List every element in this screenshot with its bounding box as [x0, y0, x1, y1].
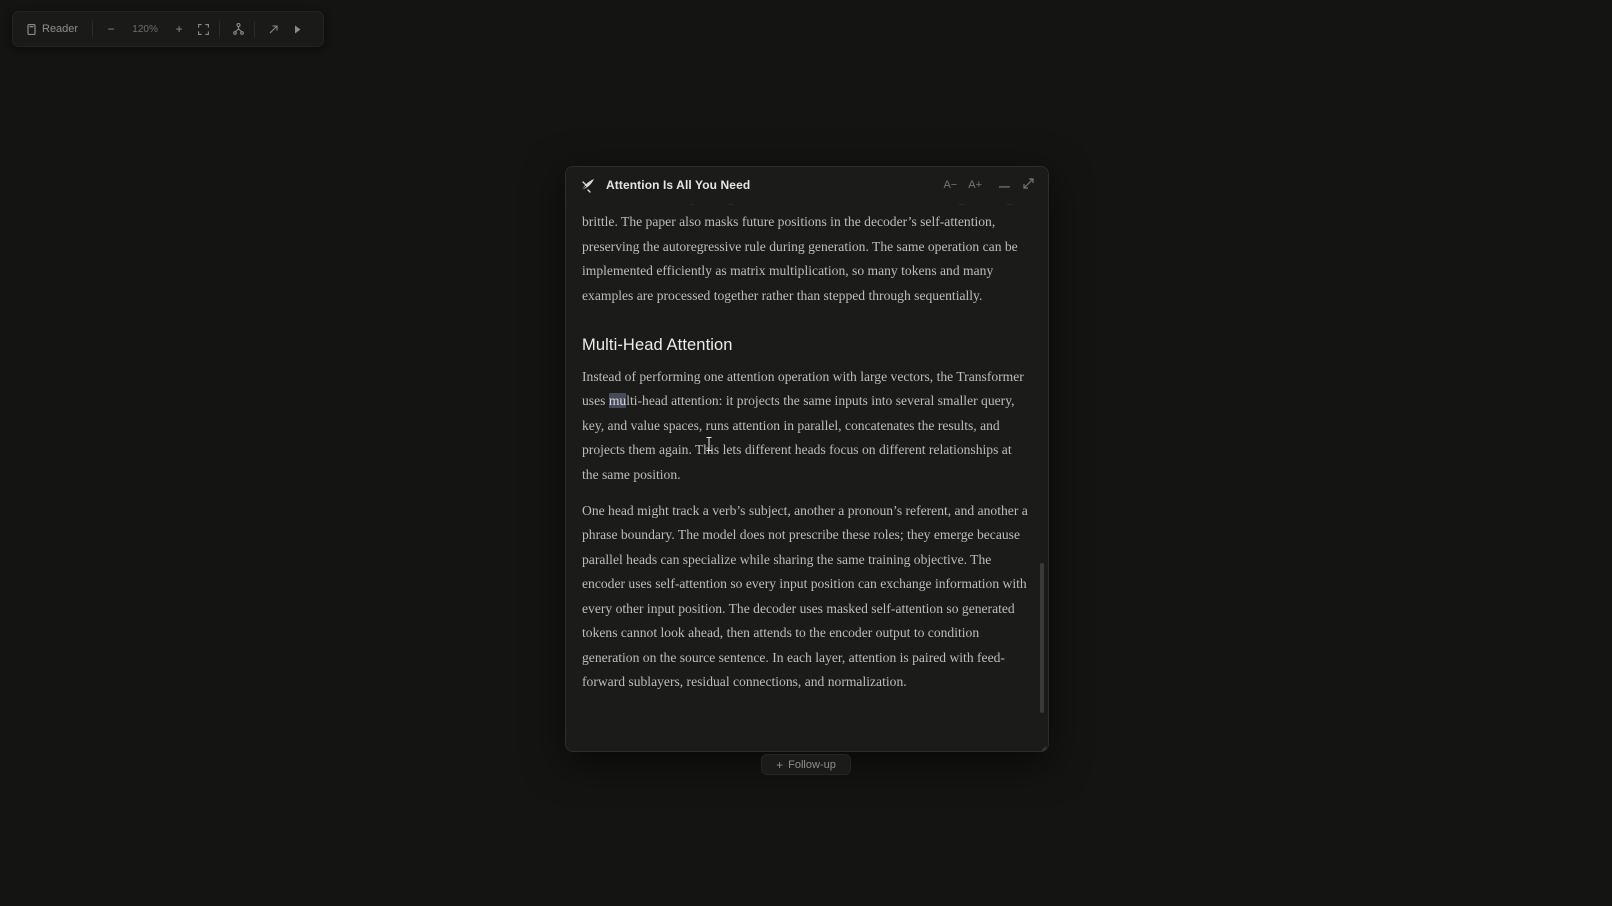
play-icon: [294, 25, 301, 34]
follow-up-button[interactable]: + Follow-up: [761, 754, 851, 775]
font-decrease-button[interactable]: A−: [943, 175, 957, 195]
toolbar-divider: [254, 21, 256, 37]
open-external-icon: [269, 24, 278, 34]
zoom-out-button[interactable]: −: [99, 17, 123, 41]
reader-panel: Attention Is All You Need A− A+ the dist…: [565, 166, 1049, 752]
follow-up-label: Follow-up: [788, 758, 836, 771]
section-heading: Multi-Head Attention: [582, 336, 733, 355]
paragraph-text: lti-head attention: it projects the same…: [582, 393, 1015, 482]
content-fade: [566, 733, 1048, 751]
text-selection[interactable]: mu: [608, 393, 627, 409]
reader-mode-label: Reader: [42, 23, 79, 35]
reader-mode-button[interactable]: Reader: [27, 17, 92, 41]
font-increase-button[interactable]: A+: [968, 175, 982, 195]
fullscreen-icon: [197, 23, 209, 35]
quill-icon: [579, 176, 597, 194]
panel-header: Attention Is All You Need A− A+: [566, 167, 1048, 213]
text-cursor-icon: [706, 437, 712, 451]
plus-icon: +: [776, 757, 784, 772]
article-paragraph: Instead of performing one attention oper…: [582, 365, 1030, 487]
book-icon: [27, 23, 36, 35]
zoom-in-button[interactable]: +: [167, 17, 191, 41]
open-external-button[interactable]: [261, 17, 285, 41]
expand-icon: [1022, 178, 1034, 192]
toolbar-divider: [92, 21, 94, 37]
article-content: the distribution sharp enough to choose …: [582, 186, 1030, 694]
outline-button[interactable]: [226, 17, 250, 41]
scrollbar-thumb[interactable]: [1040, 563, 1044, 713]
tree-icon: [232, 23, 244, 35]
expand-button[interactable]: [1020, 175, 1036, 195]
minimize-icon: [998, 179, 1010, 191]
toolbar-divider: [219, 21, 221, 37]
fullscreen-button[interactable]: [191, 17, 215, 41]
article-paragraph: One head might track a verb’s subject, a…: [582, 503, 1028, 689]
resize-grip-icon[interactable]: [1038, 741, 1046, 751]
minimize-button[interactable]: [996, 175, 1012, 195]
panel-title: Attention Is All You Need: [606, 178, 751, 192]
play-button[interactable]: [285, 17, 309, 41]
reader-toolbar: Reader − 120% +: [12, 11, 324, 47]
zoom-level: 120%: [132, 23, 158, 35]
reader-content-scroll[interactable]: the distribution sharp enough to choose …: [566, 167, 1048, 751]
